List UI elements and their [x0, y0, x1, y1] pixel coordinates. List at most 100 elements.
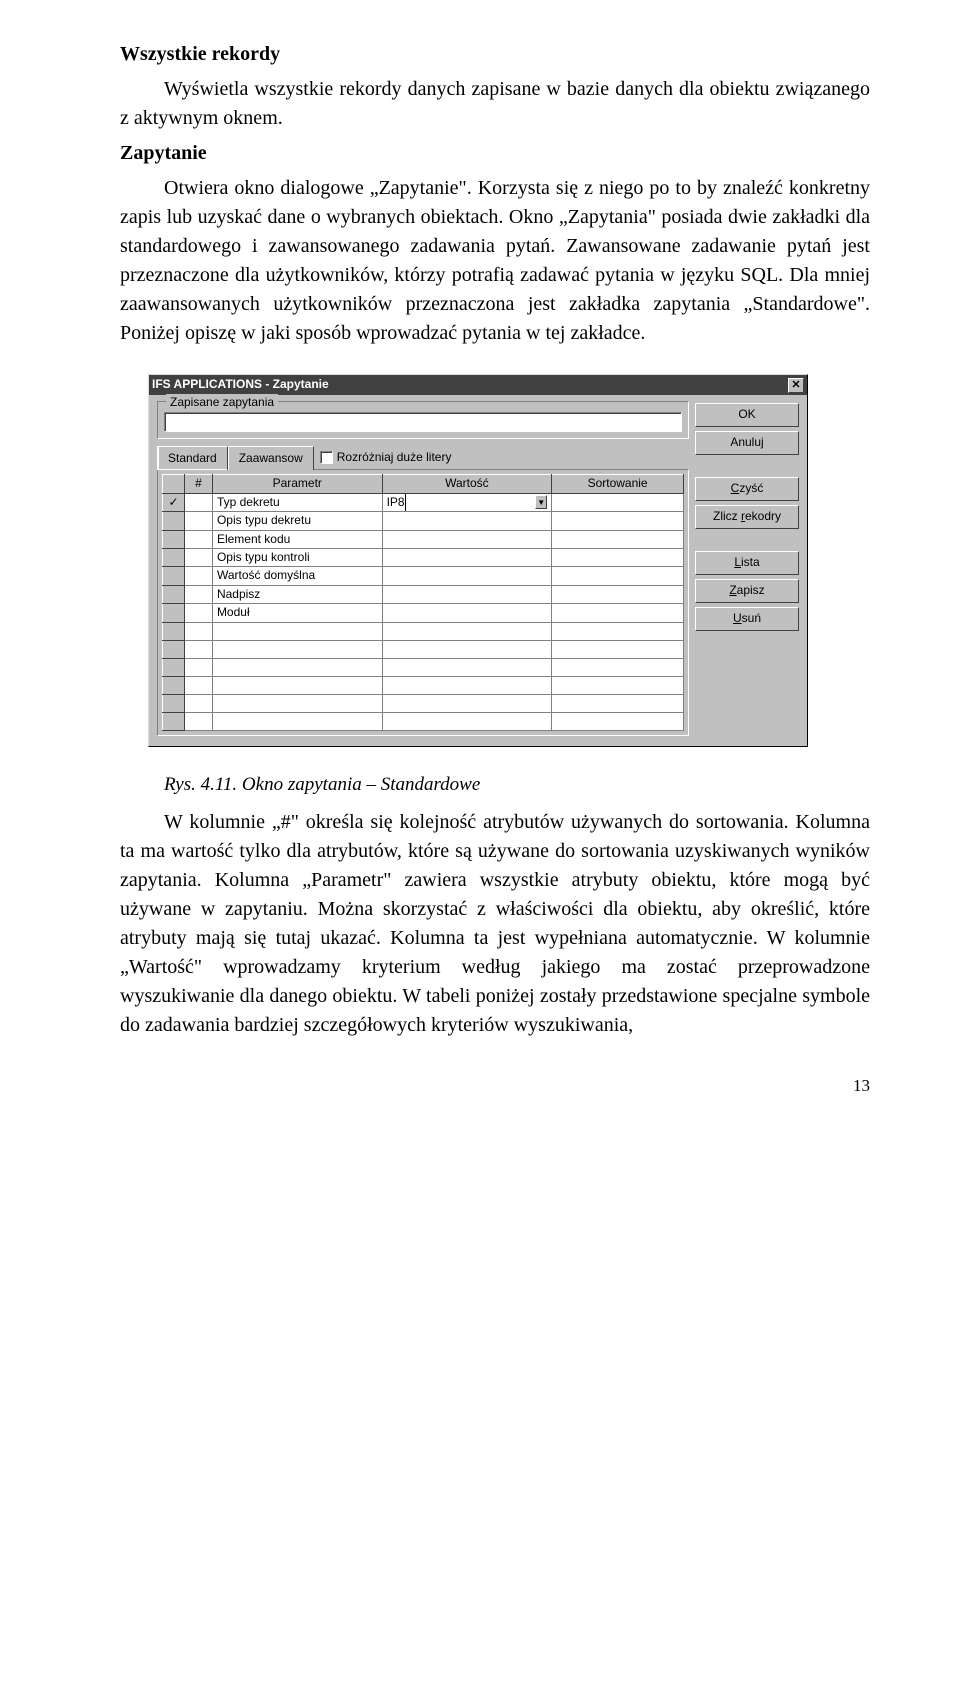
- cell-value[interactable]: [382, 658, 552, 676]
- row-marker[interactable]: [163, 585, 185, 603]
- cell-sort[interactable]: [552, 585, 684, 603]
- row-marker[interactable]: [163, 548, 185, 566]
- row-marker[interactable]: [163, 658, 185, 676]
- close-icon[interactable]: ✕: [788, 378, 804, 393]
- cell-hash[interactable]: [184, 640, 212, 658]
- cancel-button[interactable]: Anuluj: [695, 431, 799, 455]
- row-marker[interactable]: [163, 694, 185, 712]
- save-button[interactable]: Zapisz: [695, 579, 799, 603]
- table-row: [163, 712, 684, 730]
- cell-hash[interactable]: [184, 567, 212, 585]
- tab-advanced[interactable]: Zaawansow: [228, 446, 314, 470]
- cell-sort[interactable]: [552, 676, 684, 694]
- cell-sort[interactable]: [552, 658, 684, 676]
- checkbox-icon[interactable]: [320, 451, 333, 464]
- table-row: [163, 640, 684, 658]
- table-row: Element kodu: [163, 530, 684, 548]
- row-marker[interactable]: [163, 512, 185, 530]
- cell-hash[interactable]: [184, 512, 212, 530]
- cell-hash[interactable]: [184, 622, 212, 640]
- paragraph-query: Otwiera okno dialogowe „Zapytanie". Korz…: [120, 174, 870, 348]
- table-row: [163, 676, 684, 694]
- row-marker[interactable]: [163, 604, 185, 622]
- cell-value[interactable]: [382, 640, 552, 658]
- tab-standard[interactable]: Standard: [157, 446, 228, 470]
- cell-value[interactable]: [382, 604, 552, 622]
- row-marker[interactable]: [163, 676, 185, 694]
- cell-hash[interactable]: [184, 676, 212, 694]
- cell-sort[interactable]: [552, 548, 684, 566]
- cell-sort[interactable]: [552, 530, 684, 548]
- cell-param[interactable]: Moduł: [212, 604, 382, 622]
- cell-param[interactable]: [212, 712, 382, 730]
- saved-queries-legend: Zapisane zapytania: [166, 394, 278, 411]
- cell-param[interactable]: Nadpisz: [212, 585, 382, 603]
- cell-param[interactable]: [212, 694, 382, 712]
- delete-button[interactable]: Usuń: [695, 607, 799, 631]
- cell-value[interactable]: [382, 567, 552, 585]
- cell-sort[interactable]: [552, 640, 684, 658]
- grid-header-hash[interactable]: #: [184, 475, 212, 493]
- row-marker[interactable]: [163, 712, 185, 730]
- saved-query-input[interactable]: [164, 412, 682, 432]
- cell-sort[interactable]: [552, 512, 684, 530]
- cell-param[interactable]: Typ dekretu: [212, 493, 382, 511]
- cell-hash[interactable]: [184, 658, 212, 676]
- grid-header-param[interactable]: Parametr: [212, 475, 382, 493]
- chevron-down-icon[interactable]: ▼: [535, 495, 547, 509]
- grid-header-sort[interactable]: Sortowanie: [552, 475, 684, 493]
- cell-param[interactable]: [212, 658, 382, 676]
- table-row: [163, 622, 684, 640]
- row-marker[interactable]: ✓: [163, 493, 185, 511]
- cell-hash[interactable]: [184, 548, 212, 566]
- cell-param[interactable]: [212, 622, 382, 640]
- ok-button[interactable]: OK: [695, 403, 799, 427]
- case-sensitive-option[interactable]: Rozróżniaj duże litery: [320, 449, 452, 466]
- paragraph-records: Wyświetla wszystkie rekordy danych zapis…: [120, 75, 870, 133]
- cell-value[interactable]: [382, 622, 552, 640]
- cell-value[interactable]: [382, 548, 552, 566]
- cell-value[interactable]: [382, 694, 552, 712]
- cell-sort[interactable]: [552, 622, 684, 640]
- grid-header-value[interactable]: Wartość: [382, 475, 552, 493]
- cell-hash[interactable]: [184, 712, 212, 730]
- cell-param[interactable]: Opis typu dekretu: [212, 512, 382, 530]
- table-row: Nadpisz: [163, 585, 684, 603]
- cell-value[interactable]: [382, 530, 552, 548]
- list-button[interactable]: Lista: [695, 551, 799, 575]
- row-marker[interactable]: [163, 622, 185, 640]
- dialog-screenshot: IFS APPLICATIONS - Zapytanie ✕ Zapisane …: [148, 374, 870, 747]
- cell-param[interactable]: Opis typu kontroli: [212, 548, 382, 566]
- count-button[interactable]: Zlicz rekodry: [695, 505, 799, 529]
- clear-button[interactable]: Czyść: [695, 477, 799, 501]
- cell-hash[interactable]: [184, 694, 212, 712]
- section-heading-query: Zapytanie: [120, 139, 870, 168]
- dialog-title: IFS APPLICATIONS - Zapytanie: [152, 376, 329, 393]
- cell-value[interactable]: [382, 676, 552, 694]
- table-row: ✓ Typ dekretuIP8▼: [163, 493, 684, 511]
- cell-value[interactable]: IP8▼: [382, 493, 552, 511]
- cell-sort[interactable]: [552, 694, 684, 712]
- cell-value[interactable]: [382, 512, 552, 530]
- cell-param[interactable]: Wartość domyślna: [212, 567, 382, 585]
- row-marker[interactable]: [163, 530, 185, 548]
- saved-queries-fieldset: Zapisane zapytania: [157, 401, 689, 439]
- cell-param[interactable]: [212, 640, 382, 658]
- cell-sort[interactable]: [552, 604, 684, 622]
- tab-strip: Standard Zaawansow Rozróżniaj duże liter…: [157, 445, 689, 469]
- cell-sort[interactable]: [552, 567, 684, 585]
- cell-hash[interactable]: [184, 530, 212, 548]
- cell-param[interactable]: [212, 676, 382, 694]
- cell-sort[interactable]: [552, 493, 684, 511]
- cell-sort[interactable]: [552, 712, 684, 730]
- cell-hash[interactable]: [184, 585, 212, 603]
- cell-hash[interactable]: [184, 493, 212, 511]
- cell-hash[interactable]: [184, 604, 212, 622]
- cell-value[interactable]: [382, 585, 552, 603]
- cell-value[interactable]: [382, 712, 552, 730]
- table-row: Moduł: [163, 604, 684, 622]
- row-marker[interactable]: [163, 567, 185, 585]
- criteria-grid: # Parametr Wartość Sortowanie ✓ Typ dekre…: [157, 469, 689, 735]
- row-marker[interactable]: [163, 640, 185, 658]
- cell-param[interactable]: Element kodu: [212, 530, 382, 548]
